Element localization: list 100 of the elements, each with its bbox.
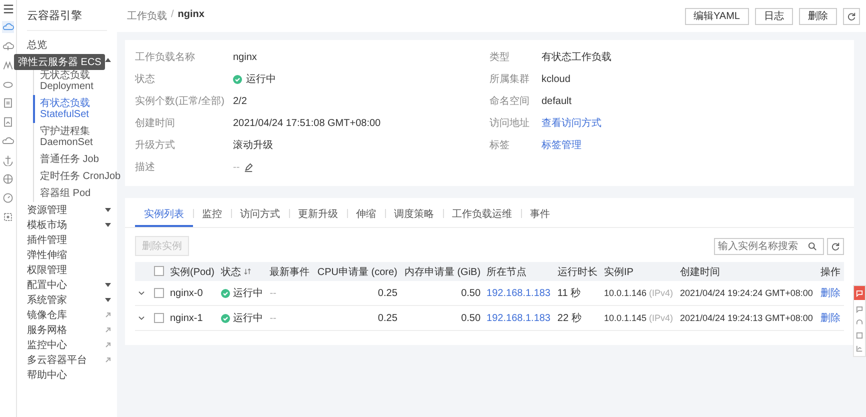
checkbox[interactable] [154,266,164,276]
refresh-button[interactable] [827,238,844,254]
menu-icon[interactable] [2,4,14,14]
tab[interactable]: 实例列表 [135,204,193,227]
detail-label: 状态 [135,72,156,86]
status-value: 运行中 [221,286,264,300]
settings-icon[interactable] [2,211,14,223]
table-cell: 10.0.1.146 [604,288,647,298]
ip-type: (IPv4) [649,288,674,298]
detail-value: 2/2 [233,96,247,106]
status-icon [221,288,230,298]
sort-icon[interactable] [244,268,252,275]
breadcrumb-current: nginx [178,9,204,22]
sidebar-group[interactable]: 系统管家 [27,292,67,306]
tab[interactable]: 事件 [521,204,559,227]
caret-icon [105,283,111,287]
expand-icon[interactable] [138,290,145,296]
status-value: 运行中 [221,311,264,325]
detail-label: 访问地址 [490,116,530,130]
caret-icon [105,223,111,227]
status-value: 运行中 [233,72,276,86]
breadcrumb-separator: / [171,9,174,22]
external-link-icon [105,342,111,348]
column-header: 创建时间 [677,262,818,281]
column-header: 实例IP [600,262,677,281]
table-cell: 0.50 [400,306,484,330]
column-header: 操作 [818,262,844,281]
tab[interactable]: 访问方式 [231,204,289,227]
detail-label: 工作负载名称 [135,50,196,64]
checkbox[interactable] [154,288,164,298]
sidebar-subitem[interactable]: 普通任务 Job [33,151,117,168]
feedback-icon[interactable] [854,286,865,300]
breadcrumb-link[interactable]: 工作负载 [127,9,167,23]
tooltip: 弹性云服务器 ECS [14,54,106,70]
caret-icon [105,298,111,302]
detail-link[interactable]: 查看访问方式 [542,116,602,130]
sidebar-group[interactable]: 配置中心 [27,278,67,292]
toolbar-button[interactable]: 编辑YAML [684,8,749,24]
detail-label: 类型 [490,50,510,64]
sidebar-item[interactable]: 帮助中心 [27,367,117,382]
detail-value: default [542,96,572,106]
checkbox[interactable] [154,312,164,323]
tab[interactable]: 监控 [193,204,231,227]
delete-link[interactable]: 删除 [818,281,844,306]
delete-link[interactable]: 删除 [818,306,844,330]
refresh-icon [847,12,856,20]
tab[interactable]: 工作负载运维 [443,204,521,227]
tab[interactable]: 伸缩 [347,204,385,227]
refresh-button[interactable] [843,8,860,24]
detail-label: 命名空间 [490,94,530,108]
sidebar-subitem[interactable]: 有状态负载 StatefulSet [33,95,117,123]
tab[interactable]: 调度策略 [385,204,443,227]
sidebar-item[interactable]: 总览 [27,37,117,52]
table-cell: nginx-1 [167,306,218,330]
sidebar-subitem[interactable]: 容器组 Pod [33,185,117,202]
table-cell: -- [266,281,314,306]
sidebar-item[interactable]: 多云容器平台 [27,352,87,366]
detail-value: 有状态工作负载 [542,50,612,64]
globe-icon[interactable] [2,173,14,185]
external-link-icon [105,356,111,362]
detail-value: -- [233,162,240,172]
expand-icon[interactable] [138,316,145,320]
search-icon[interactable] [808,242,817,250]
toolbar-button[interactable]: 日志 [755,8,793,24]
sidebar-item[interactable]: 弹性伸缩 [27,247,117,262]
toolbar-button[interactable]: 删除 [799,8,837,24]
detail-value: kcloud [542,74,570,84]
status-icon [233,74,242,84]
table-cell: -- [266,306,314,330]
sidebar-item[interactable]: 权限管理 [27,262,117,277]
tab[interactable]: 更新升级 [289,204,347,227]
column-header: CPU申请量 (core) [313,262,400,281]
edit-icon[interactable] [244,162,253,172]
sidebar-subitem[interactable]: 守护进程集 DaemonSet [33,123,117,151]
detail-link[interactable]: 标签管理 [542,138,582,152]
sidebar-item[interactable]: 服务网格 [27,322,67,336]
sidebar-group[interactable]: 模板市场 [27,218,67,232]
detail-value: 滚动升级 [233,138,273,152]
status-icon [221,314,230,322]
sidebar-title: 云容器引擎 [27,0,107,31]
table-cell: 11 秒 [554,281,601,306]
node-link[interactable]: 192.168.1.183 [484,306,554,330]
sidebar-item[interactable]: 镜像仓库 [27,308,67,322]
column-header: 最新事件 [266,262,314,281]
table-cell: 2021/04/24 19:24:24 GMT+08:00 [677,281,818,306]
external-link-icon [105,312,111,318]
sidebar-subitem[interactable]: 无状态负载 Deployment [33,67,117,95]
detail-value: nginx [233,52,257,62]
node-link[interactable]: 192.168.1.183 [484,281,554,306]
anchor-icon[interactable] [2,154,14,166]
chart-icon[interactable] [856,345,863,352]
table-cell: nginx-0 [167,281,218,306]
detail-label: 升级方式 [135,138,176,152]
chat-icon[interactable] [856,306,863,313]
nodes-icon[interactable] [2,59,14,71]
sidebar-item[interactable]: 插件管理 [27,232,117,247]
sidebar-item[interactable]: 监控中心 [27,338,67,352]
sidebar-group[interactable]: 资源管理 [27,202,67,216]
gauge-icon[interactable] [2,192,14,204]
caret-icon [105,58,111,62]
